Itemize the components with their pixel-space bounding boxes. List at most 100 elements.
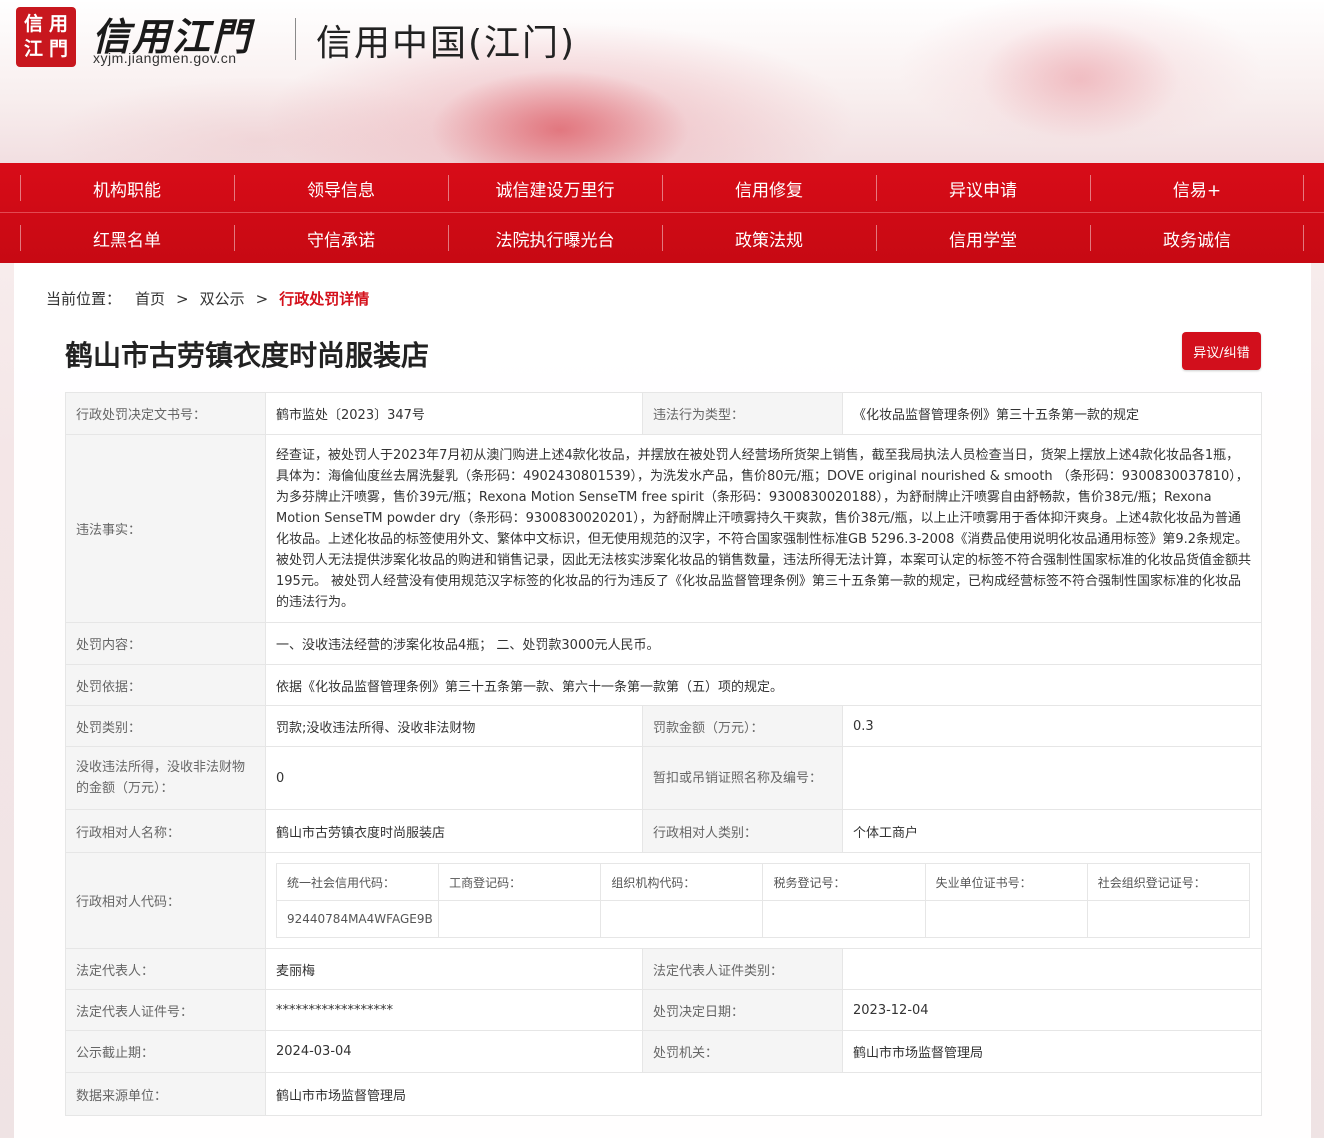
table-row: 法定代表人： 麦丽梅 法定代表人证件类别： <box>65 948 1262 990</box>
table-row: 行政处罚决定文书号： 鹤市监处〔2023〕347号 违法行为类型： 《化妆品监督… <box>65 392 1262 435</box>
seal-char: 信 <box>23 13 43 35</box>
table-row: 行政相对人代码： 统一社会信用代码： 工商登记码： 组织机构代码： 税务登记号：… <box>65 852 1262 949</box>
main-nav: 机构职能 领导信息 诚信建设万里行 信用修复 异议申请 信易+ 红黑名单 守信承… <box>0 163 1324 263</box>
social-org-code <box>1086 900 1251 938</box>
page-title: 鹤山市古劳镇衣度时尚服装店 <box>65 339 430 372</box>
field-label: 行政相对人名称： <box>65 809 266 853</box>
legal-representative: 麦丽梅 <box>265 948 643 990</box>
field-label: 暂扣或吊销证照名称及编号： <box>642 746 843 810</box>
penalty-basis: 依据《化妆品监督管理条例》第三十五条第一款、第六十一条第一款第（五）项的规定。 <box>265 664 1262 706</box>
nav-row-2: 红黑名单 守信承诺 法院执行曝光台 政策法规 信用学堂 政务诚信 <box>0 213 1324 263</box>
decision-date: 2023-12-04 <box>842 989 1262 1031</box>
table-row: 公示截止期： 2024-03-04 处罚机关： 鹤山市市场监督管理局 <box>65 1030 1262 1073</box>
site-logo-seal[interactable]: 信 用 江 門 <box>16 7 76 67</box>
nav-item-red-black-list[interactable]: 红黑名单 <box>20 213 234 263</box>
field-label: 行政相对人类别： <box>642 809 843 853</box>
field-label: 法定代表人证件号： <box>65 989 266 1031</box>
nav-item-integrity-pledge[interactable]: 守信承诺 <box>234 213 448 263</box>
table-row: 没收违法所得，没收非法财物的金额（万元）： 0 暂扣或吊销证照名称及编号： <box>65 746 1262 810</box>
breadcrumb-separator: > <box>255 289 269 308</box>
nav-item-leadership[interactable]: 领导信息 <box>234 163 448 213</box>
nav-item-gov-integrity[interactable]: 政务诚信 <box>1090 213 1304 263</box>
table-row: 处罚内容： 一、没收违法经营的涉案化妆品4瓶； 二、处罚款3000元人民币。 <box>65 622 1262 665</box>
license-info <box>842 746 1262 810</box>
violation-type: 《化妆品监督管理条例》第三十五条第一款的规定 <box>842 392 1262 435</box>
penalty-detail-table: 行政处罚决定文书号： 鹤市监处〔2023〕347号 违法行为类型： 《化妆品监督… <box>65 392 1262 1116</box>
breadcrumb-separator: > <box>176 289 189 308</box>
table-row: 数据来源单位： 鹤山市市场监督管理局 <box>65 1072 1262 1116</box>
penalty-category: 罚款;没收违法所得、没收非法财物 <box>265 705 643 747</box>
field-label: 公示截止期： <box>65 1030 266 1073</box>
objection-button[interactable]: 异议/纠错 <box>1182 332 1261 370</box>
table-row: 违法事实： 经查证，被处罚人于2023年7月初从澳门购进上述4款化妆品，并摆放在… <box>65 434 1262 623</box>
unemployment-cert-code <box>924 900 1088 938</box>
field-label: 法定代表人： <box>65 948 266 990</box>
business-reg-code <box>438 900 602 938</box>
code-header: 工商登记码： <box>438 863 602 901</box>
header-decoration <box>980 20 1180 140</box>
seal-char: 用 <box>48 13 68 35</box>
code-header: 社会组织登记证号： <box>1086 863 1251 901</box>
table-row: 法定代表人证件号： ****************** 处罚决定日期： 202… <box>65 989 1262 1031</box>
unified-credit-code: 92440784MA4WFAGE9B <box>275 900 440 938</box>
legal-rep-id-type <box>842 948 1262 990</box>
field-label: 处罚机关： <box>642 1030 843 1073</box>
breadcrumb: 当前位置： 首页 > 双公示 > 行政处罚详情 <box>46 288 369 309</box>
code-header: 统一社会信用代码： <box>275 863 440 901</box>
field-label: 处罚决定日期： <box>642 989 843 1031</box>
field-label: 处罚内容： <box>65 622 266 665</box>
party-code-table: 统一社会信用代码： 工商登记码： 组织机构代码： 税务登记号： 失业单位证书号：… <box>275 863 1251 938</box>
nav-item-policies[interactable]: 政策法规 <box>662 213 876 263</box>
penalty-authority: 鹤山市市场监督管理局 <box>842 1030 1262 1073</box>
content-panel: 当前位置： 首页 > 双公示 > 行政处罚详情 鹤山市古劳镇衣度时尚服装店 异议… <box>14 263 1311 1138</box>
org-code <box>600 900 764 938</box>
field-label: 违法事实： <box>65 434 266 623</box>
nav-item-objection[interactable]: 异议申请 <box>876 163 1090 213</box>
nav-item-integrity-campaign[interactable]: 诚信建设万里行 <box>448 163 662 213</box>
field-label: 没收违法所得，没收非法财物的金额（万元）： <box>65 746 266 810</box>
breadcrumb-label: 当前位置： <box>46 290 122 308</box>
field-label: 数据来源单位： <box>65 1072 266 1116</box>
nav-row-1: 机构职能 领导信息 诚信建设万里行 信用修复 异议申请 信易+ <box>0 163 1324 213</box>
violation-facts: 经查证，被处罚人于2023年7月初从澳门购进上述4款化妆品，并摆放在被处罚人经营… <box>265 434 1262 623</box>
seal-char: 門 <box>48 38 68 60</box>
code-value-row: 92440784MA4WFAGE9B <box>275 900 1251 938</box>
party-code-cell: 统一社会信用代码： 工商登记码： 组织机构代码： 税务登记号： 失业单位证书号：… <box>265 852 1262 949</box>
nav-item-credit-school[interactable]: 信用学堂 <box>876 213 1090 263</box>
confiscation-amount: 0 <box>265 746 643 810</box>
breadcrumb-current: 行政处罚详情 <box>279 290 370 308</box>
data-source: 鹤山市市场监督管理局 <box>265 1072 1262 1116</box>
publicity-end-date: 2024-03-04 <box>265 1030 643 1073</box>
site-title[interactable]: 信用中国(江门) <box>316 14 576 66</box>
field-label: 罚款金额（万元）： <box>642 705 843 747</box>
nav-item-credit-repair[interactable]: 信用修复 <box>662 163 876 213</box>
legal-rep-id: ****************** <box>265 989 643 1031</box>
code-header: 失业单位证书号： <box>924 863 1088 901</box>
brand-url: xyjm.jiangmen.gov.cn <box>93 50 237 66</box>
table-row: 行政相对人名称： 鹤山市古劳镇衣度时尚服装店 行政相对人类别： 个体工商户 <box>65 809 1262 853</box>
tax-reg-code <box>762 900 926 938</box>
field-label: 处罚类别： <box>65 705 266 747</box>
header-decoration <box>430 70 690 163</box>
breadcrumb-dual-publicity[interactable]: 双公示 <box>200 288 245 309</box>
fine-amount: 0.3 <box>842 705 1262 747</box>
code-header: 组织机构代码： <box>600 863 764 901</box>
breadcrumb-home[interactable]: 首页 <box>135 288 165 309</box>
seal-char: 江 <box>23 38 43 60</box>
field-label: 行政相对人代码： <box>65 852 266 949</box>
field-label: 行政处罚决定文书号： <box>65 392 266 435</box>
field-label: 处罚依据： <box>65 664 266 706</box>
brand-divider <box>295 18 296 60</box>
nav-item-court-exposure[interactable]: 法院执行曝光台 <box>448 213 662 263</box>
nav-item-xinyi-plus[interactable]: 信易+ <box>1090 163 1304 213</box>
table-row: 处罚类别： 罚款;没收违法所得、没收非法财物 罚款金额（万元）： 0.3 <box>65 705 1262 747</box>
site-header: 信 用 江 門 信用江門 xyjm.jiangmen.gov.cn 信用中国(江… <box>0 0 1324 163</box>
code-header-row: 统一社会信用代码： 工商登记码： 组织机构代码： 税务登记号： 失业单位证书号：… <box>275 863 1251 901</box>
party-name: 鹤山市古劳镇衣度时尚服装店 <box>265 809 643 853</box>
party-type: 个体工商户 <box>842 809 1262 853</box>
table-row: 处罚依据： 依据《化妆品监督管理条例》第三十五条第一款、第六十一条第一款第（五）… <box>65 664 1262 706</box>
penalty-content: 一、没收违法经营的涉案化妆品4瓶； 二、处罚款3000元人民币。 <box>265 622 1262 665</box>
code-header: 税务登记号： <box>762 863 926 901</box>
field-label: 法定代表人证件类别： <box>642 948 843 990</box>
nav-item-org-functions[interactable]: 机构职能 <box>20 163 234 213</box>
